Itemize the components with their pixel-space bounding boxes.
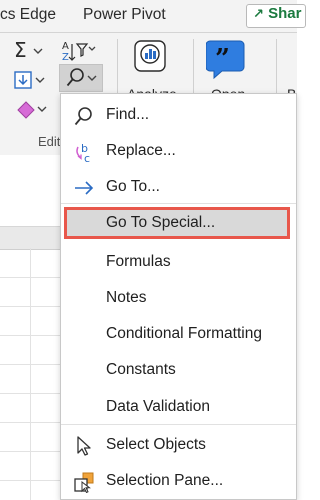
menu-item-label: Selection Pane... [106,472,224,489]
tab-power-pivot[interactable]: Power Pivot [83,6,166,24]
menu-item-goto-special[interactable]: Go To Special... [61,205,296,241]
clear-button[interactable] [14,98,48,125]
analyze-data-button[interactable] [131,37,171,82]
fill-down-icon [14,71,45,89]
fill-button[interactable] [14,70,48,97]
gridline [0,480,60,481]
gridline [0,422,60,423]
menu-item-label: Go To... [106,178,160,195]
gridline [0,393,60,394]
replace-icon: b c [76,142,90,163]
magnifier-icon [66,68,97,87]
svg-text:Σ: Σ [14,40,27,62]
svg-text:A: A [62,41,69,52]
eraser-icon [17,101,47,119]
menu-item-label: Find... [106,106,150,123]
menu-item-label: Replace... [106,142,176,159]
menu-item-conditional-formatting[interactable]: Conditional Formatting [61,316,296,352]
autosum-icon: Σ [14,38,43,62]
share-icon: ↗ [253,6,264,21]
sort-filter-icon: A Z [62,41,96,63]
menu-item-label: Notes [106,289,147,306]
svg-text:Z: Z [62,52,69,63]
menu-item-goto[interactable]: Go To... [61,169,296,205]
right-arrow-icon [75,181,94,195]
editing-group-label: Edit [38,134,61,149]
open-button[interactable]: ” [205,37,246,86]
quote-bubble-icon: ” [205,40,245,80]
gridline [0,335,60,336]
menu-item-find[interactable]: Find... [61,97,296,133]
svg-text:c: c [84,152,90,163]
menu-item-label: Formulas [106,253,171,270]
gridline [30,248,31,500]
svg-text:”: ” [215,44,230,74]
menu-item-select-objects[interactable]: Select Objects [61,427,296,463]
share-label: Shar [268,5,302,22]
menu-item-constants[interactable]: Constants [61,352,296,388]
menu-divider [61,203,296,204]
gridline [0,451,60,452]
menu-item-label: Go To Special... [106,214,216,231]
menu-item-selection-pane[interactable]: Selection Pane... [61,463,296,499]
find-select-menu: Find... b c Replace... Go To... Go To Sp… [60,93,297,500]
gridline [0,306,60,307]
magnifier-icon [74,107,92,126]
menu-divider [61,424,296,425]
analyze-data-icon [134,40,166,72]
cursor-arrow-icon [77,436,91,456]
menu-item-label: Conditional Formatting [106,325,262,342]
gridline [0,277,60,278]
ribbon-tab-strip: cs Edge Power Pivot ↗ Shar [0,0,306,33]
autosum-button[interactable]: Σ [14,38,48,67]
menu-item-notes[interactable]: Notes [61,280,296,316]
find-select-button[interactable] [59,64,103,92]
share-button[interactable]: ↗ Shar [246,4,306,28]
menu-item-label: Select Objects [106,436,206,453]
menu-item-label: Data Validation [106,398,210,415]
menu-item-label: Constants [106,361,176,378]
tab-acrobat-edge[interactable]: cs Edge [0,6,56,24]
gridline [0,364,60,365]
selection-pane-icon [74,472,94,493]
menu-item-replace[interactable]: b c Replace... [61,133,296,169]
menu-item-data-validation[interactable]: Data Validation [61,389,296,425]
menu-item-formulas[interactable]: Formulas [61,244,296,280]
